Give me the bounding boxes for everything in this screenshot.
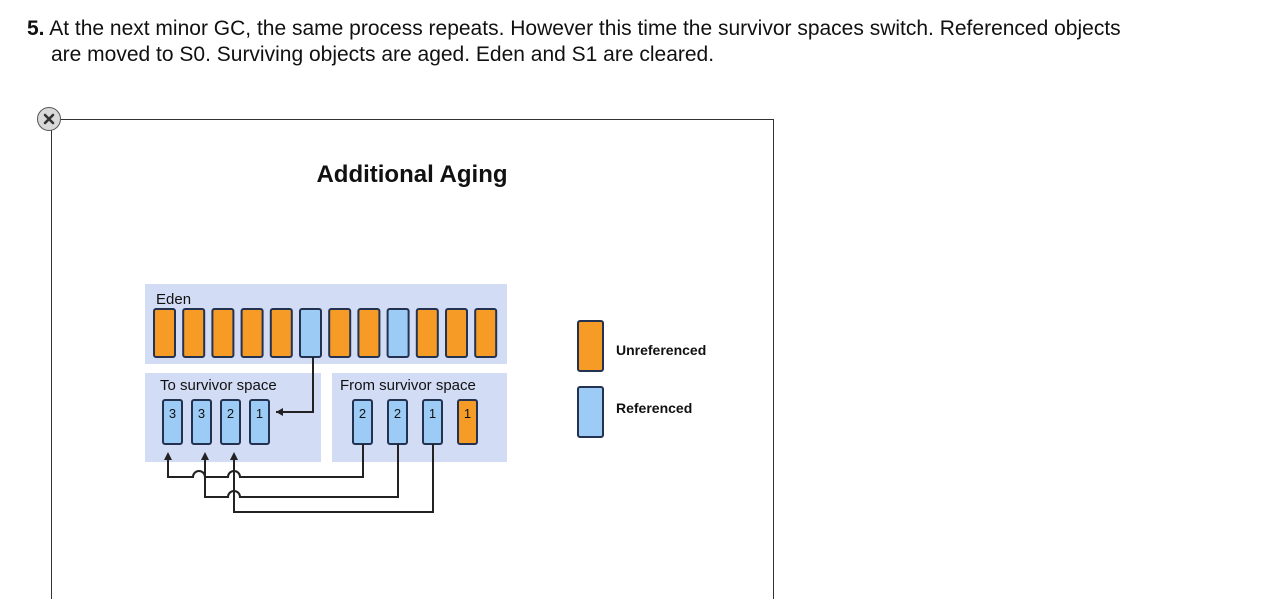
age-label: 2 — [359, 406, 366, 421]
eden-cell — [182, 308, 206, 358]
age-label: 2 — [394, 406, 401, 421]
eden-cell — [211, 308, 235, 358]
age-label: 3 — [198, 406, 205, 421]
legend-unreferenced-swatch — [577, 320, 604, 372]
age-label: 1 — [256, 406, 263, 421]
close-icon[interactable] — [37, 107, 61, 131]
age-label: 1 — [464, 406, 471, 421]
from-survivor-label: From survivor space — [340, 377, 476, 394]
gc-aging-diagram: Additional Aging Eden To survivor space … — [145, 161, 706, 513]
age-label: 2 — [227, 406, 234, 421]
eden-cell — [269, 308, 293, 358]
legend-referenced-swatch — [577, 386, 604, 438]
legend-unreferenced-label: Unreferenced — [616, 342, 706, 358]
eden-label: Eden — [156, 291, 191, 308]
eden-cell — [299, 308, 322, 358]
eden-cell — [474, 308, 498, 358]
eden-cell — [357, 308, 381, 358]
age-label: 1 — [429, 406, 436, 421]
to-survivor-label: To survivor space — [160, 377, 277, 394]
age-label: 3 — [169, 406, 176, 421]
eden-cell — [153, 308, 176, 358]
eden-cell — [445, 308, 468, 358]
eden-cell — [328, 308, 352, 358]
eden-cell — [240, 308, 264, 358]
legend-referenced-label: Referenced — [616, 400, 692, 416]
diagram-title: Additional Aging — [316, 161, 507, 188]
eden-cell — [386, 308, 410, 358]
eden-cell — [415, 308, 439, 358]
